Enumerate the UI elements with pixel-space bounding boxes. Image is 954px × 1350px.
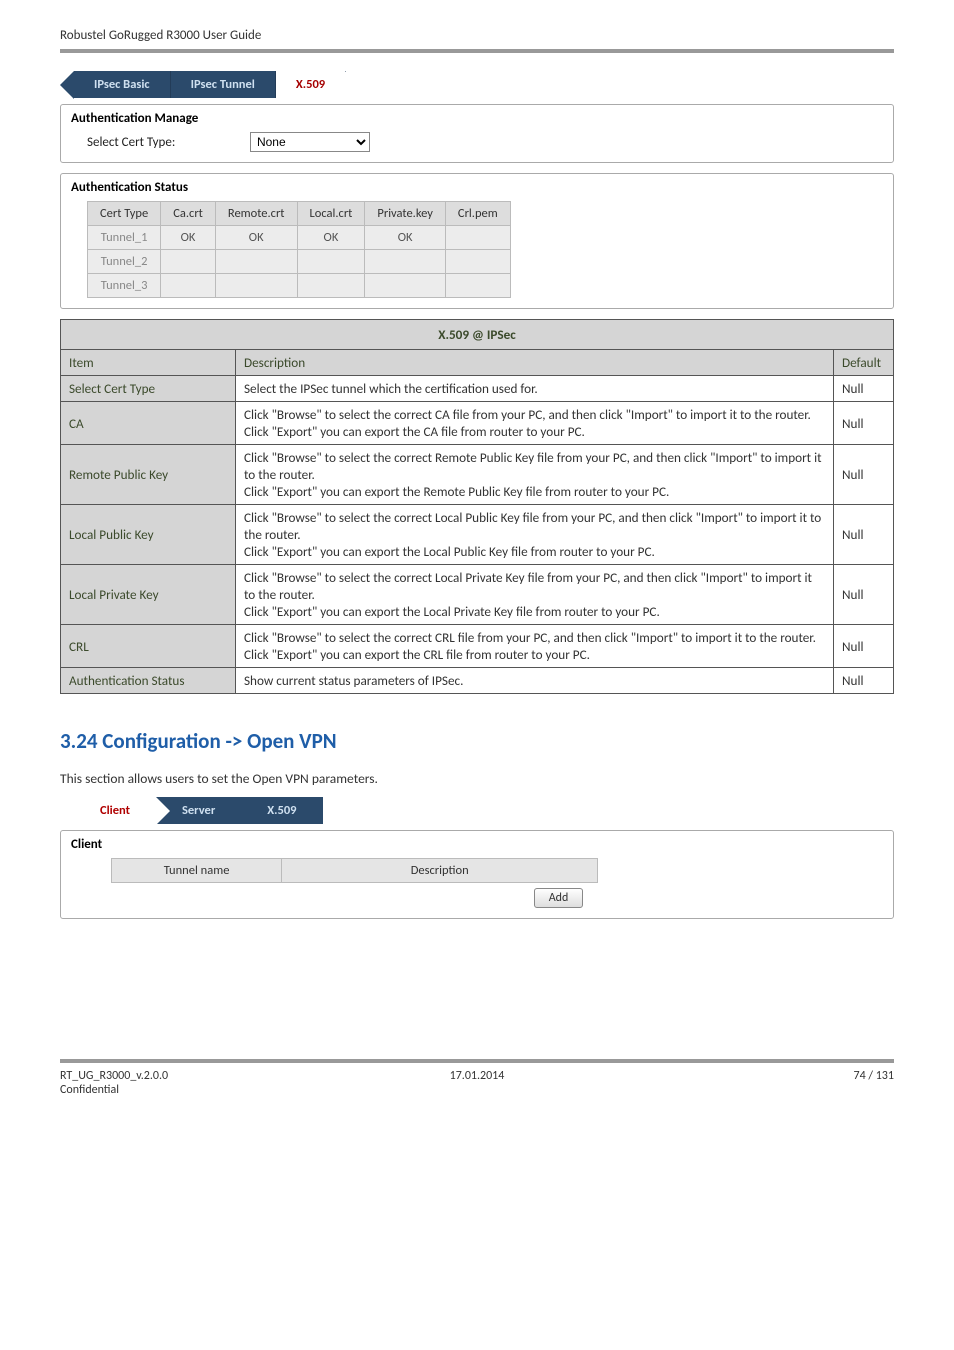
item-localpriv: Local Private Key bbox=[61, 565, 236, 625]
cell bbox=[215, 250, 297, 274]
cell bbox=[445, 250, 510, 274]
col-tunnel-name: Tunnel name bbox=[112, 859, 282, 883]
cell: OK bbox=[297, 226, 365, 250]
cell bbox=[297, 274, 365, 298]
desc: Click "Browse" to select the correct Loc… bbox=[236, 565, 834, 625]
desc-title: X.509 @ IPSec bbox=[61, 320, 894, 350]
cell bbox=[161, 250, 216, 274]
section-heading: 3.24 Configuration -> Open VPN bbox=[60, 728, 894, 754]
cell bbox=[365, 250, 446, 274]
default: Null bbox=[834, 445, 894, 505]
default: Null bbox=[834, 565, 894, 625]
cell bbox=[365, 274, 446, 298]
ipsec-tabs: IPsec Basic IPsec Tunnel X.509 bbox=[74, 71, 894, 98]
cell bbox=[161, 274, 216, 298]
desc: Show current status parameters of IPSec. bbox=[236, 668, 834, 694]
tab-ipsec-tunnel[interactable]: IPsec Tunnel bbox=[171, 71, 276, 98]
footer-date: 17.01.2014 bbox=[335, 1069, 619, 1097]
table-row: Tunnel_1 OK OK OK OK bbox=[88, 226, 511, 250]
ovpn-tabs: Client Server X.509 bbox=[74, 797, 894, 824]
client-table: Tunnel name Description bbox=[111, 858, 598, 883]
cell: OK bbox=[365, 226, 446, 250]
col-remote: Remote.crt bbox=[215, 202, 297, 226]
desc: Click "Browse" to select the correct Rem… bbox=[236, 445, 834, 505]
item-select-cert: Select Cert Type bbox=[61, 376, 236, 402]
cell bbox=[297, 250, 365, 274]
client-box: Client Tunnel name Description Add bbox=[60, 830, 894, 919]
auth-manage-box: Authentication Manage Select Cert Type: … bbox=[60, 104, 894, 163]
default: Null bbox=[834, 402, 894, 445]
default: Null bbox=[834, 376, 894, 402]
col-private: Private.key bbox=[365, 202, 446, 226]
desc: Click "Browse" to select the correct CRL… bbox=[236, 625, 834, 668]
table-row: Cert Type Ca.crt Remote.crt Local.crt Pr… bbox=[88, 202, 511, 226]
cell-tunnel3: Tunnel_3 bbox=[88, 274, 161, 298]
cell bbox=[215, 274, 297, 298]
item-authstatus: Authentication Status bbox=[61, 668, 236, 694]
table-row: Tunnel name Description bbox=[112, 859, 598, 883]
desc: Click "Browse" to select the correct CA … bbox=[236, 402, 834, 445]
auth-status-table: Cert Type Ca.crt Remote.crt Local.crt Pr… bbox=[87, 201, 511, 298]
col-desc: Description bbox=[236, 350, 834, 376]
footer-version: RT_UG_R3000_v.2.0.0 bbox=[60, 1069, 168, 1083]
tab-client[interactable]: Client bbox=[74, 797, 156, 824]
table-row: Tunnel_3 bbox=[88, 274, 511, 298]
col-default: Default bbox=[834, 350, 894, 376]
col-ca: Ca.crt bbox=[161, 202, 216, 226]
col-cert-type: Cert Type bbox=[88, 202, 161, 226]
client-title: Client bbox=[71, 837, 883, 852]
footer-confidential: Confidential bbox=[60, 1083, 335, 1097]
cell bbox=[445, 226, 510, 250]
auth-status-title: Authentication Status bbox=[71, 180, 883, 195]
tab-ipsec-basic[interactable]: IPsec Basic bbox=[74, 71, 171, 98]
col-crl: Crl.pem bbox=[445, 202, 510, 226]
table-row: Tunnel_2 bbox=[88, 250, 511, 274]
footer: RT_UG_R3000_v.2.0.0 Confidential 17.01.2… bbox=[60, 1059, 894, 1097]
select-cert-type-label: Select Cert Type: bbox=[87, 135, 247, 150]
cell: OK bbox=[161, 226, 216, 250]
cell bbox=[445, 274, 510, 298]
item-crl: CRL bbox=[61, 625, 236, 668]
cell: OK bbox=[215, 226, 297, 250]
cell-tunnel1: Tunnel_1 bbox=[88, 226, 161, 250]
section-lead: This section allows users to set the Ope… bbox=[60, 770, 894, 787]
col-item: Item bbox=[61, 350, 236, 376]
item-ca: CA bbox=[61, 402, 236, 445]
tab-x509[interactable]: X.509 bbox=[276, 71, 346, 98]
auth-status-box: Authentication Status Cert Type Ca.crt R… bbox=[60, 173, 894, 309]
desc: Select the IPSec tunnel which the certif… bbox=[236, 376, 834, 402]
col-description: Description bbox=[282, 859, 598, 883]
item-remote: Remote Public Key bbox=[61, 445, 236, 505]
x509-ipsec-table: X.509 @ IPSec Item Description Default S… bbox=[60, 319, 894, 694]
auth-manage-title: Authentication Manage bbox=[71, 111, 883, 126]
default: Null bbox=[834, 625, 894, 668]
default: Null bbox=[834, 505, 894, 565]
default: Null bbox=[834, 668, 894, 694]
divider bbox=[60, 49, 894, 53]
cell-tunnel2: Tunnel_2 bbox=[88, 250, 161, 274]
tab-ovpn-x509[interactable]: X.509 bbox=[241, 797, 322, 824]
select-cert-type[interactable]: None bbox=[250, 132, 370, 152]
add-button[interactable]: Add bbox=[534, 888, 584, 908]
doc-header: Robustel GoRugged R3000 User Guide bbox=[60, 28, 894, 49]
footer-page: 74 / 131 bbox=[619, 1069, 894, 1097]
desc: Click "Browse" to select the correct Loc… bbox=[236, 505, 834, 565]
col-local: Local.crt bbox=[297, 202, 365, 226]
item-localpub: Local Public Key bbox=[61, 505, 236, 565]
